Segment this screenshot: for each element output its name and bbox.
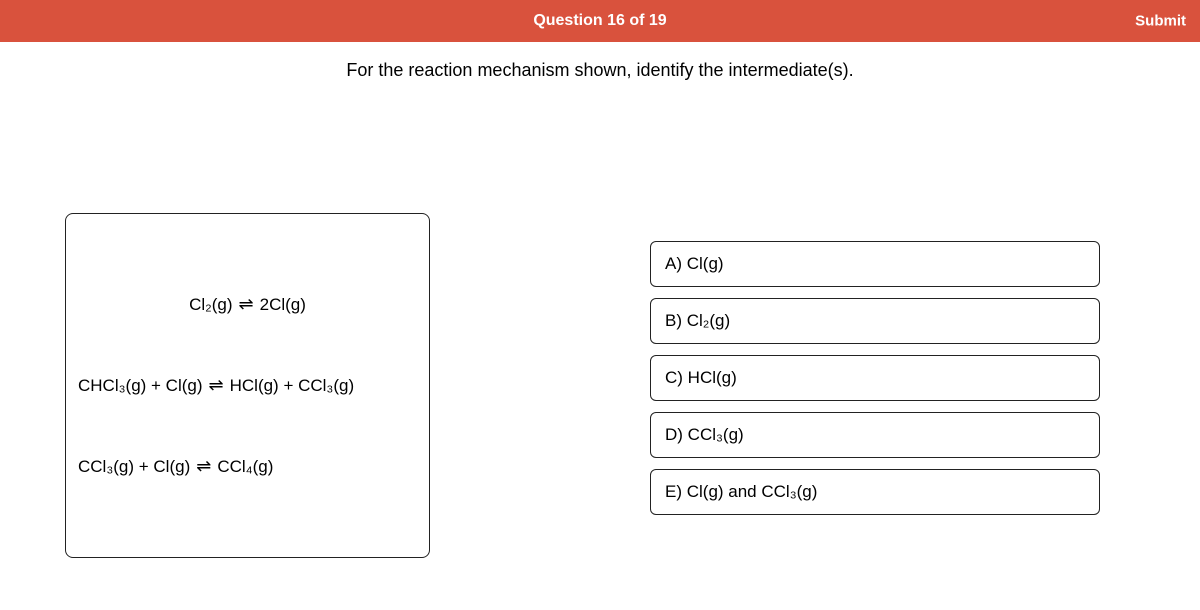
reaction-3-lhs: CCl₃(g) + Cl(g) — [78, 457, 190, 477]
equilibrium-arrow-icon: ⇌ — [196, 456, 211, 477]
reaction-step-1: Cl₂(g) ⇌ 2Cl(g) — [78, 294, 417, 315]
equilibrium-arrow-icon: ⇌ — [239, 294, 254, 315]
answer-option-d[interactable]: D) CCl₃(g) — [650, 412, 1100, 458]
reaction-step-3: CCl₃(g) + Cl(g) ⇌ CCl₄(g) — [78, 456, 417, 477]
reaction-1-rhs: 2Cl(g) — [260, 295, 306, 315]
equilibrium-arrow-icon: ⇌ — [209, 375, 224, 396]
answer-list: A) Cl(g) B) Cl₂(g) C) HCl(g) D) CCl₃(g) … — [650, 241, 1100, 515]
answer-option-a[interactable]: A) Cl(g) — [650, 241, 1100, 287]
reaction-2-rhs: HCl(g) + CCl₃(g) — [230, 376, 355, 396]
submit-button[interactable]: Submit — [1135, 13, 1186, 30]
reaction-1-lhs: Cl₂(g) — [189, 295, 232, 315]
question-header: Question 16 of 19 Submit — [0, 0, 1200, 42]
question-counter: Question 16 of 19 — [533, 12, 666, 30]
answer-option-c[interactable]: C) HCl(g) — [650, 355, 1100, 401]
mechanism-box: Cl₂(g) ⇌ 2Cl(g) CHCl₃(g) + Cl(g) ⇌ HCl(g… — [65, 213, 430, 558]
reaction-3-rhs: CCl₄(g) — [217, 457, 273, 477]
answer-option-e[interactable]: E) Cl(g) and CCl₃(g) — [650, 469, 1100, 515]
answer-option-b[interactable]: B) Cl₂(g) — [650, 298, 1100, 344]
reaction-2-lhs: CHCl₃(g) + Cl(g) — [78, 376, 203, 396]
question-prompt: For the reaction mechanism shown, identi… — [0, 60, 1200, 81]
reaction-step-2: CHCl₃(g) + Cl(g) ⇌ HCl(g) + CCl₃(g) — [78, 375, 417, 396]
